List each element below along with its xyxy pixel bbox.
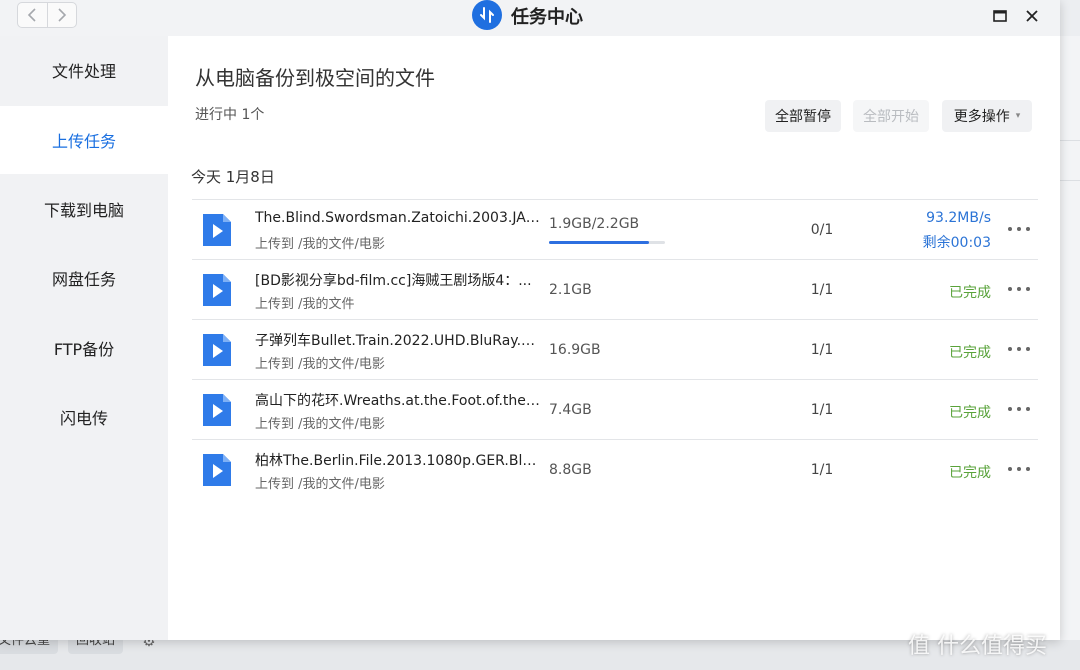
video-file-icon <box>203 274 231 306</box>
task-row[interactable]: The.Blind.Swordsman.Zatoichi.2003.JAP...… <box>192 199 1038 259</box>
start-all-label: 全部开始 <box>863 109 919 125</box>
task-list: The.Blind.Swordsman.Zatoichi.2003.JAP...… <box>192 199 1038 499</box>
file-size: 2.1GB <box>549 282 592 298</box>
chevron-right-icon <box>58 8 66 22</box>
close-icon <box>1026 10 1038 22</box>
file-name: 子弹列车Bullet.Train.2022.UHD.BluRay.2... <box>255 333 540 349</box>
file-count: 1/1 <box>810 282 834 298</box>
maximize-icon <box>993 10 1007 22</box>
back-button[interactable] <box>18 3 47 27</box>
caret-down-icon: ▾ <box>1015 111 1021 121</box>
task-row[interactable]: [BD影视分享bd-film.cc]海贼王剧场版4：... 上传到 /我的文件 … <box>192 259 1038 319</box>
file-size: 1.9GB/2.2GB <box>549 216 640 232</box>
file-name: The.Blind.Swordsman.Zatoichi.2003.JAP... <box>255 210 540 226</box>
page-title: 从电脑备份到极空间的文件 <box>195 66 435 90</box>
file-name: [BD影视分享bd-film.cc]海贼王剧场版4：... <box>255 273 532 289</box>
status-completed: 已完成 <box>949 345 991 361</box>
file-size: 16.9GB <box>549 342 601 358</box>
video-file-icon <box>203 214 231 246</box>
forward-button[interactable] <box>46 3 77 27</box>
window-title: 任务中心 <box>511 7 583 28</box>
background-divider <box>1060 180 1080 181</box>
sidebar-item-download-to-pc[interactable]: 下载到电脑 <box>0 175 168 243</box>
nav-buttons <box>17 2 77 28</box>
file-count: 1/1 <box>810 342 834 358</box>
sidebar-item-cloud-tasks[interactable]: 网盘任务 <box>0 244 168 312</box>
video-file-icon <box>203 334 231 366</box>
background-divider <box>1060 140 1080 141</box>
file-destination: 上传到 /我的文件/电影 <box>255 417 385 432</box>
sidebar-item-label: 上传任务 <box>51 132 116 151</box>
chevron-left-icon <box>28 8 36 22</box>
task-row[interactable]: 子弹列车Bullet.Train.2022.UHD.BluRay.2... 上传… <box>192 319 1038 379</box>
file-name: 高山下的花环.Wreaths.at.the.Foot.of.the.... <box>255 393 540 409</box>
upload-speed: 93.2MB/s <box>926 210 991 226</box>
sidebar: 文件处理 上传任务 下载到电脑 网盘任务 FTP备份 闪电传 <box>0 36 168 640</box>
more-options-icon[interactable] <box>1008 220 1030 238</box>
watermark: 值 什么值得买 <box>908 634 1047 659</box>
file-count: 0/1 <box>810 222 834 238</box>
more-options-icon[interactable] <box>1008 280 1030 298</box>
start-all-button[interactable]: 全部开始 <box>853 100 929 132</box>
more-actions-label: 更多操作 <box>953 109 1010 125</box>
video-file-icon <box>203 394 231 426</box>
file-destination: 上传到 /我的文件 <box>255 297 355 312</box>
status-completed: 已完成 <box>949 465 991 481</box>
pause-all-label: 全部暂停 <box>775 109 831 125</box>
maximize-button[interactable] <box>990 6 1010 26</box>
pause-all-button[interactable]: 全部暂停 <box>765 100 841 132</box>
file-size: 8.8GB <box>549 462 592 478</box>
sidebar-item-label: FTP备份 <box>53 340 115 359</box>
sidebar-item-file-processing[interactable]: 文件处理 <box>0 36 168 104</box>
sidebar-item-upload-tasks[interactable]: 上传任务 <box>0 106 168 174</box>
status-completed: 已完成 <box>949 405 991 421</box>
upload-progress-fill <box>549 241 649 244</box>
file-count: 1/1 <box>810 402 834 418</box>
file-destination: 上传到 /我的文件/电影 <box>255 357 385 372</box>
sidebar-item-flash-transfer[interactable]: 闪电传 <box>0 383 168 451</box>
app-logo-icon <box>472 0 502 30</box>
task-row[interactable]: 高山下的花环.Wreaths.at.the.Foot.of.the.... 上传… <box>192 379 1038 439</box>
main-panel: 从电脑备份到极空间的文件 进行中 1个 全部暂停 全部开始 更多操作 ▾ 今天 … <box>168 36 1060 640</box>
more-options-icon[interactable] <box>1008 400 1030 418</box>
time-remaining: 剩余00:03 <box>922 235 991 251</box>
more-options-icon[interactable] <box>1008 340 1030 358</box>
file-size: 7.4GB <box>549 402 592 418</box>
close-button[interactable] <box>1022 6 1042 26</box>
upload-progress-bar <box>549 241 665 244</box>
sidebar-item-ftp-backup[interactable]: FTP备份 <box>0 314 168 382</box>
file-count: 1/1 <box>810 462 834 478</box>
date-group-header: 今天 1月8日 <box>191 168 275 186</box>
file-destination: 上传到 /我的文件/电影 <box>255 237 385 252</box>
more-actions-dropdown[interactable]: 更多操作 ▾ <box>942 100 1032 132</box>
task-center-window: 任务中心 文件处理 上传任务 下载到电脑 网盘任务 FTP备份 闪电传 从电脑备… <box>0 0 1060 640</box>
more-options-icon[interactable] <box>1008 460 1030 478</box>
sidebar-item-label: 闪电传 <box>59 409 108 428</box>
video-file-icon <box>203 454 231 486</box>
sidebar-item-label: 文件处理 <box>51 62 116 81</box>
in-progress-count: 进行中 1个 <box>195 107 265 123</box>
status-completed: 已完成 <box>949 285 991 301</box>
sidebar-item-label: 网盘任务 <box>51 270 116 289</box>
file-destination: 上传到 /我的文件/电影 <box>255 477 385 492</box>
file-name: 柏林The.Berlin.File.2013.1080p.GER.BluR... <box>255 453 540 469</box>
task-row[interactable]: 柏林The.Berlin.File.2013.1080p.GER.BluR...… <box>192 439 1038 499</box>
sidebar-item-label: 下载到电脑 <box>43 201 124 220</box>
background-right-panel <box>1060 36 1080 670</box>
title-bar: 任务中心 <box>0 0 1060 36</box>
